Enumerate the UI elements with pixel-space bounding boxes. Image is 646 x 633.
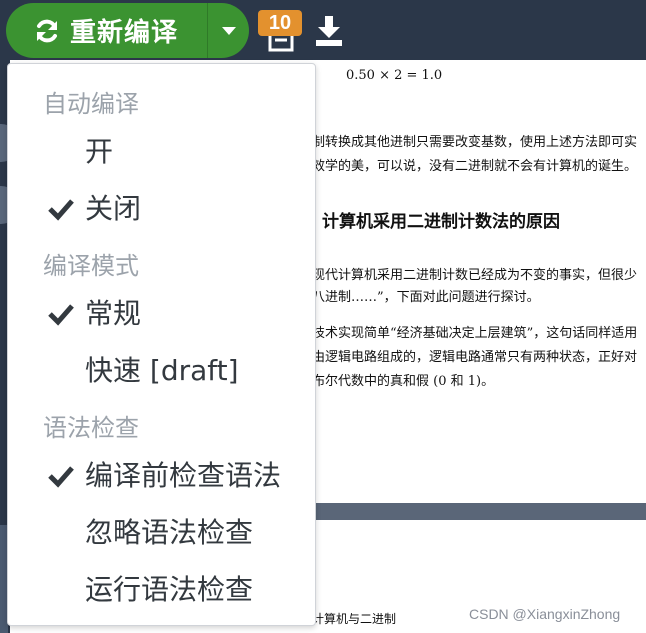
- compile-options-dropdown: 自动编译 开 关闭 编译模式 常规 快速 [draft] 语法检查 编译前检查语…: [7, 63, 316, 626]
- download-pdf-icon[interactable]: [314, 14, 344, 48]
- pdf-text-line: 现代计算机采用二进制计数已经成为不变的事实，但很少: [312, 268, 638, 283]
- pdf-text-line: 由逻辑电路组成的，逻辑电路通常只有两种状态，正好对: [312, 350, 638, 365]
- checkmark-icon: [48, 199, 74, 221]
- pdf-page-footer: 计算机与二进制: [312, 612, 397, 626]
- pdf-text-line: 布尔代数中的真和假 (0 和 1)。: [312, 374, 495, 389]
- menu-item-check-before-compile[interactable]: 编译前检查语法: [8, 450, 315, 502]
- menu-item-label: 快速 [draft]: [85, 354, 239, 387]
- menu-item-label: 运行语法检查: [85, 573, 254, 606]
- menu-item-mode-fast-draft[interactable]: 快速 [draft]: [8, 345, 315, 397]
- menu-item-label: 常规: [85, 297, 142, 330]
- section-header-syntax-check: 语法检查: [43, 414, 139, 442]
- pdf-section-title: 计算机采用二进制计数法的原因: [322, 212, 560, 232]
- menu-item-mode-normal[interactable]: 常规: [8, 288, 315, 340]
- pdf-text-line: 制转换成其他进制只需要改变基数，使用上述方法即可实: [312, 135, 638, 150]
- recompile-label: 重新编译: [70, 18, 179, 48]
- menu-item-label: 编译前检查语法: [85, 459, 282, 492]
- checkmark-icon: [48, 304, 74, 326]
- logs-count-badge: 10: [258, 10, 302, 36]
- menu-item-run-syntax-check[interactable]: 运行语法检查: [8, 564, 315, 616]
- section-header-auto-compile: 自动编译: [43, 90, 139, 118]
- menu-item-label: 忽略语法检查: [85, 516, 254, 549]
- menu-item-ignore-syntax-check[interactable]: 忽略语法检查: [8, 507, 315, 559]
- caret-down-icon: [221, 26, 236, 35]
- refresh-icon: [37, 19, 57, 42]
- recompile-button[interactable]: 重新编译: [6, 3, 207, 58]
- menu-item-label: 关闭: [85, 192, 142, 225]
- pdf-equation: 0.50 × 2 = 1.0: [346, 68, 443, 83]
- menu-item-auto-compile-on[interactable]: 开: [8, 126, 315, 178]
- section-header-compile-mode: 编译模式: [43, 252, 139, 280]
- checkmark-icon: [48, 466, 74, 488]
- pdf-text-line: 八进制……”，下面对此问题进行探讨。: [312, 290, 540, 305]
- pdf-text-line: 效学的美，可以说，没有二进制就不会有计算机的诞生。: [312, 159, 638, 174]
- pdf-text-line: 技术实现简单“经济基础决定上层建筑”，这句话同样适用: [312, 326, 638, 341]
- menu-item-auto-compile-off[interactable]: 关闭: [8, 183, 315, 235]
- menu-item-label: 开: [85, 135, 114, 168]
- watermark: CSDN @XiangxinZhong: [469, 606, 621, 622]
